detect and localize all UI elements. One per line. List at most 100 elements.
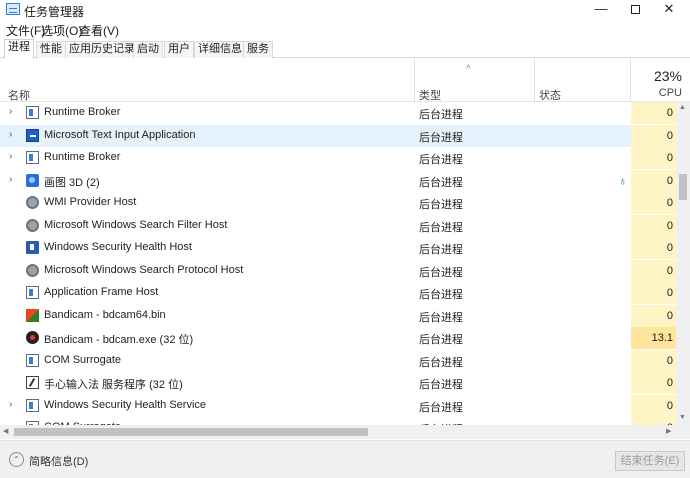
maximize-button[interactable] — [618, 0, 652, 20]
process-type: 后台进程 — [419, 176, 463, 189]
process-cpu: 0 — [631, 282, 676, 304]
process-name: Microsoft Text Input Application — [44, 128, 196, 141]
vertical-scroll-thumb[interactable] — [679, 174, 687, 200]
process-row[interactable]: › Microsoft Text Input Application 后台进程 0 — [0, 124, 676, 147]
column-divider[interactable] — [414, 59, 415, 102]
column-status[interactable]: 状态 — [539, 87, 561, 103]
maximize-icon — [630, 5, 640, 14]
column-cpu[interactable]: CPU — [659, 87, 682, 99]
sort-caret-icon[interactable]: ^ — [466, 64, 471, 75]
vertical-scrollbar[interactable]: ▲ ▼ — [676, 102, 690, 425]
expand-chevron-icon[interactable]: › — [9, 399, 12, 410]
title-bar: 任务管理器 — ✕ — [0, 0, 690, 20]
process-row[interactable]: Application Frame Host 后台进程 0 — [0, 282, 676, 304]
process-row[interactable]: Bandicam - bdcam.exe (32 位) 后台进程 13.1 — [0, 327, 676, 349]
process-row[interactable]: WMI Provider Host 后台进程 0 — [0, 192, 676, 214]
gear-icon — [26, 218, 39, 232]
process-cpu: 0 — [631, 372, 676, 394]
cpu-total-percent: 23% — [653, 68, 682, 84]
process-name: Microsoft Windows Search Protocol Host — [44, 263, 244, 276]
scroll-down-icon[interactable]: ▼ — [679, 414, 686, 421]
task-manager-icon — [6, 3, 20, 15]
tab-details[interactable]: 详细信息 — [194, 41, 246, 58]
menu-view[interactable]: 查看(V) — [79, 22, 119, 39]
chevron-up-icon[interactable]: ⌃ — [9, 452, 24, 467]
menu-options[interactable]: 选项(O) — [41, 22, 82, 39]
column-divider[interactable] — [630, 59, 631, 102]
column-header: ^ 名称 类型 状态 23% CPU — [0, 59, 690, 102]
process-type: 后台进程 — [419, 244, 463, 256]
process-cpu: 0 — [631, 124, 676, 147]
gear-icon — [26, 196, 39, 209]
process-row[interactable]: › Runtime Broker 后台进程 0 — [0, 147, 676, 169]
process-row[interactable]: Windows Security Health Host 后台进程 0 — [0, 237, 676, 259]
window-icon — [26, 151, 39, 164]
minimize-button[interactable]: — — [584, 0, 618, 20]
window-icon — [26, 106, 39, 119]
horizontal-scroll-thumb[interactable] — [14, 428, 368, 436]
expand-chevron-icon[interactable]: › — [9, 151, 12, 162]
process-name: Windows Security Health Service — [44, 398, 207, 411]
process-name: COM Surrogate — [44, 353, 122, 366]
process-row[interactable]: COM Surrogate后台进程0 — [0, 349, 676, 372]
process-row[interactable]: › 画图 3D (2) 后台进程 ♁ 0 — [0, 169, 676, 192]
process-type: 后台进程 — [419, 131, 463, 144]
expand-chevron-icon[interactable]: › — [9, 106, 12, 117]
process-row[interactable]: Bandicam - bdcam64.bin 后台进程 0 — [0, 304, 676, 327]
tab-app-history[interactable]: 应用历史记录 — [65, 41, 139, 58]
tab-processes[interactable]: 进程 — [4, 39, 34, 59]
scroll-right-icon[interactable]: ▶ — [666, 427, 671, 435]
process-cpu: 0 — [631, 259, 676, 282]
process-type: 后台进程 — [419, 289, 463, 301]
process-cpu: 0 — [631, 394, 676, 417]
window-icon — [26, 398, 39, 412]
process-name: 画图 3D (2) — [44, 176, 100, 189]
process-row[interactable]: › Runtime Broker 后台进程 0 — [0, 102, 676, 124]
scroll-left-icon[interactable]: ◀ — [3, 427, 8, 435]
menu-file[interactable]: 文件(F) — [6, 22, 45, 39]
process-cpu: 0 — [631, 169, 676, 192]
tab-performance[interactable]: 性能 — [36, 41, 66, 58]
process-cpu: 0 — [631, 304, 676, 327]
blue-app-icon — [26, 128, 39, 142]
process-row[interactable]: › Windows Security Health Service 后台进程 0 — [0, 394, 676, 417]
shield-icon — [26, 241, 39, 254]
tab-bar: 进程 性能 应用历史记录 启动 用户 详细信息 服务 — [0, 39, 690, 59]
column-type[interactable]: 类型 — [419, 87, 441, 103]
end-task-button[interactable]: 结束任务(E) — [615, 451, 685, 471]
window-icon — [26, 286, 39, 299]
process-type: 后台进程 — [419, 334, 463, 346]
process-cpu: 13.1 — [631, 327, 676, 349]
window-title: 任务管理器 — [24, 5, 85, 19]
column-divider[interactable] — [534, 59, 535, 102]
tab-startup[interactable]: 启动 — [133, 41, 163, 58]
close-button[interactable]: ✕ — [652, 0, 686, 20]
process-cpu: 0 — [631, 192, 676, 214]
expand-chevron-icon[interactable]: › — [9, 174, 12, 185]
window-icon — [26, 353, 39, 367]
process-cpu: 0 — [631, 214, 676, 237]
tab-users[interactable]: 用户 — [164, 41, 194, 58]
process-row[interactable]: Microsoft Windows Search Protocol Host 后台… — [0, 259, 676, 282]
tab-services[interactable]: 服务 — [243, 41, 273, 58]
process-name: Application Frame Host — [44, 286, 159, 298]
footer-bar: ⌃ 简略信息(D) 结束任务(E) — [0, 440, 690, 478]
process-row[interactable]: COM Surrogate后台进程0 — [0, 417, 676, 425]
horizontal-scrollbar[interactable]: ◀ ▶ — [0, 425, 690, 439]
expand-chevron-icon[interactable]: › — [9, 129, 12, 140]
fewer-details-link[interactable]: 简略信息(D) — [29, 453, 88, 469]
column-name[interactable]: 名称 — [8, 87, 30, 103]
process-cpu: 0 — [631, 147, 676, 169]
process-type: 后台进程 — [419, 154, 463, 166]
process-name: Windows Security Health Host — [44, 241, 192, 253]
process-name: Runtime Broker — [44, 106, 121, 118]
process-row[interactable]: 手心输入法 服务程序 (32 位) 后台进程 0 — [0, 372, 676, 394]
process-row[interactable]: Microsoft Windows Search Filter Host 后台进程… — [0, 214, 676, 237]
process-type: 后台进程 — [419, 356, 463, 369]
scroll-up-icon[interactable]: ▲ — [679, 104, 686, 111]
gear-icon — [26, 263, 39, 277]
process-type: 后台进程 — [419, 311, 463, 324]
pen-icon — [26, 376, 39, 389]
process-name: 手心输入法 服务程序 (32 位) — [44, 379, 183, 391]
process-type: 后台进程 — [419, 266, 463, 279]
